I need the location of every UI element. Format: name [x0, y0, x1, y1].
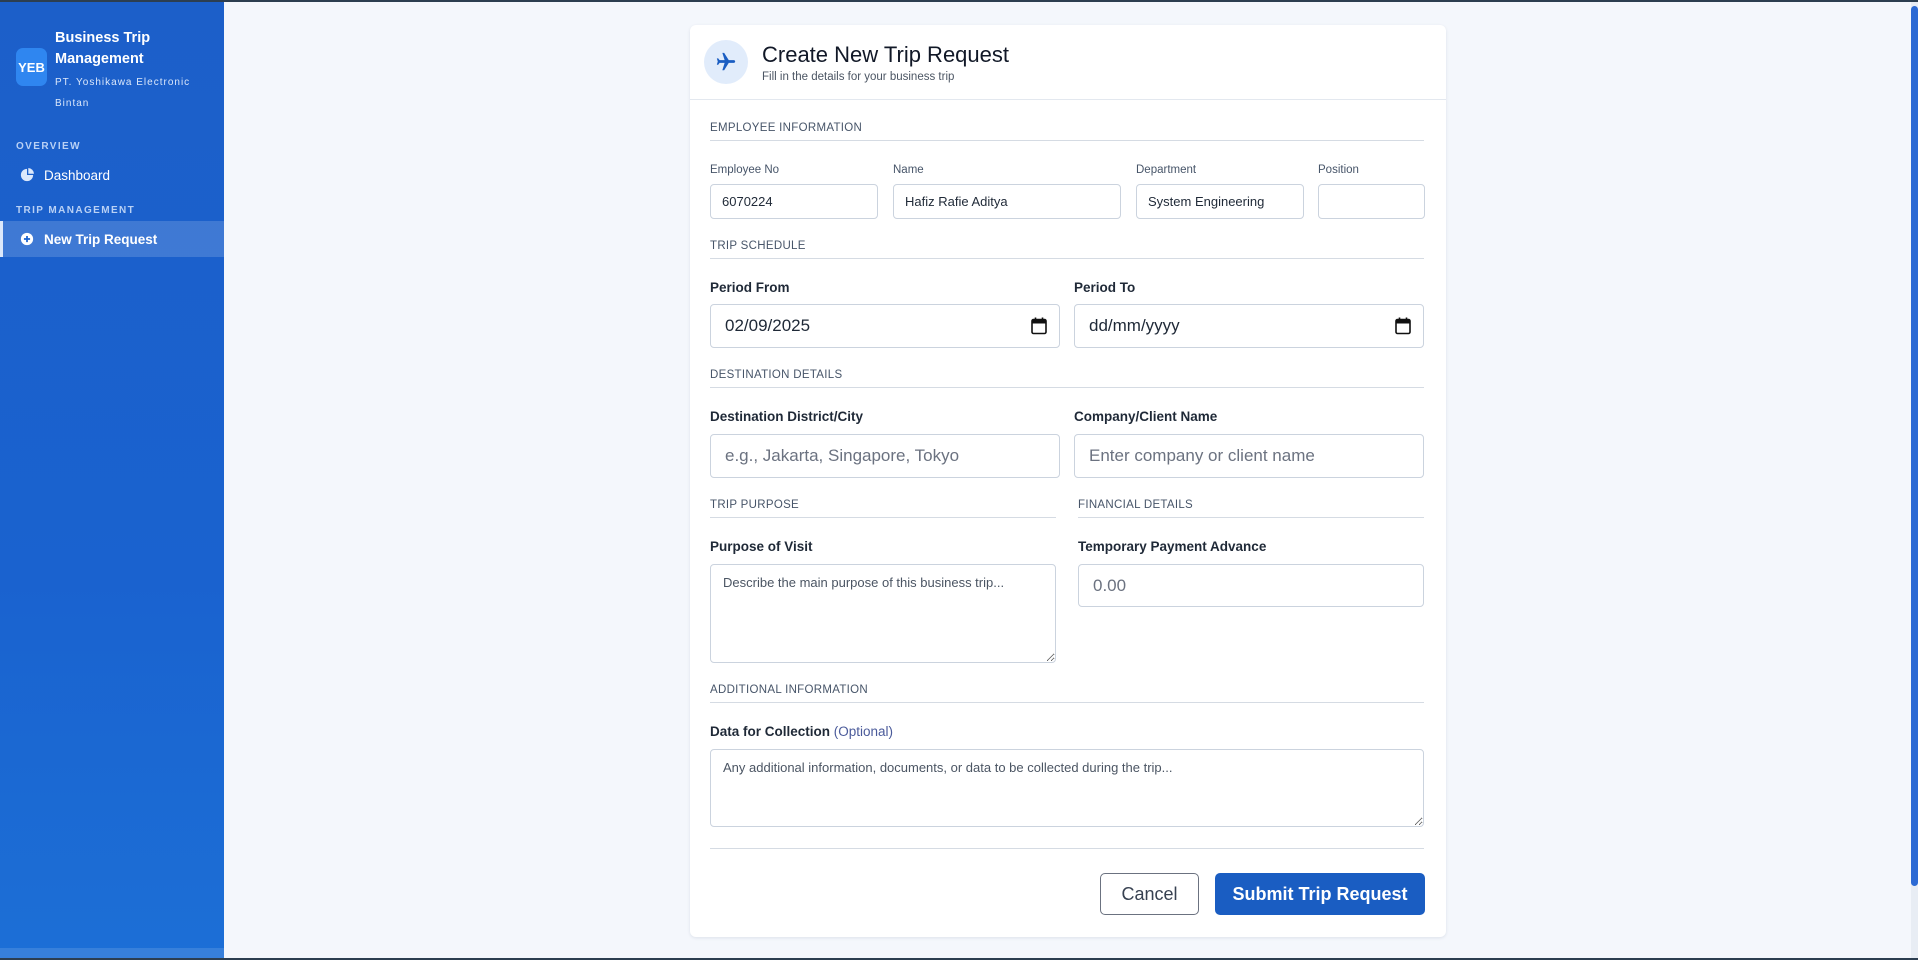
payment-advance-label: Temporary Payment Advance — [1078, 539, 1267, 554]
section-financial-details: FINANCIAL DETAILS — [1078, 499, 1424, 518]
section-additional-information: ADDITIONAL INFORMATION — [710, 684, 1424, 703]
destination-city-label: Destination District/City — [710, 409, 864, 424]
scrollbar-track[interactable] — [1911, 2, 1918, 958]
data-collection-label: Data for Collection (Optional) — [710, 724, 893, 739]
data-collection-label-text: Data for Collection — [710, 724, 831, 739]
position-field[interactable] — [1318, 184, 1425, 219]
period-to-placeholder: dd/mm/yyyy — [1089, 316, 1180, 335]
employee-no-label: Employee No — [710, 164, 780, 176]
purpose-label: Purpose of Visit — [710, 539, 813, 554]
period-from-field[interactable]: 02/09/2025 — [710, 304, 1060, 348]
company-name-field[interactable] — [1074, 434, 1424, 478]
data-collection-textarea[interactable] — [710, 749, 1424, 827]
section-employee-information: EMPLOYEE INFORMATION — [710, 122, 1424, 141]
brand-logo: YEB — [16, 48, 47, 86]
position-label: Position — [1318, 164, 1359, 176]
calendar-icon[interactable] — [1031, 317, 1047, 335]
section-trip-purpose: TRIP PURPOSE — [710, 499, 1056, 518]
brand: YEB Business Trip Management PT. Yoshika… — [16, 28, 205, 114]
payment-advance-field[interactable] — [1078, 564, 1424, 607]
section-destination-details: DESTINATION DETAILS — [710, 369, 1424, 388]
sidebar-item-new-trip-request[interactable]: New Trip Request — [0, 221, 224, 257]
airplane-icon — [704, 40, 748, 84]
period-to-label: Period To — [1074, 280, 1136, 295]
name-label: Name — [893, 164, 924, 176]
top-border — [0, 0, 1918, 2]
optional-tag: (Optional) — [833, 724, 894, 739]
period-to-field[interactable]: dd/mm/yyyy — [1074, 304, 1424, 348]
company-name-label: Company/Client Name — [1074, 409, 1218, 424]
sidebar-item-label: Dashboard — [44, 167, 111, 183]
sidebar: YEB Business Trip Management PT. Yoshika… — [0, 2, 224, 958]
destination-city-field[interactable] — [710, 434, 1060, 478]
sidebar-item-dashboard[interactable]: Dashboard — [0, 157, 224, 193]
page-subtitle: Fill in the details for your business tr… — [762, 71, 955, 83]
pie-chart-icon — [20, 168, 34, 182]
sidebar-footer — [0, 948, 224, 958]
calendar-icon[interactable] — [1395, 317, 1411, 335]
page-title: Create New Trip Request — [762, 42, 1009, 67]
submit-trip-request-button[interactable]: Submit Trip Request — [1215, 873, 1425, 915]
form-divider — [710, 848, 1424, 849]
cancel-button[interactable]: Cancel — [1100, 873, 1199, 915]
period-from-label: Period From — [710, 280, 790, 295]
plus-circle-icon — [20, 232, 34, 246]
sidebar-item-label: New Trip Request — [44, 231, 158, 247]
trip-request-form: Create New Trip Request Fill in the deta… — [690, 25, 1446, 937]
brand-subtitle: PT. Yoshikawa Electronic Bintan — [55, 77, 191, 109]
form-header: Create New Trip Request Fill in the deta… — [690, 25, 1446, 100]
employee-no-field[interactable] — [710, 184, 878, 219]
nav-section-trip-management: TRIP MANAGEMENT — [16, 205, 136, 216]
department-label: Department — [1136, 164, 1197, 176]
department-field[interactable] — [1136, 184, 1304, 219]
section-trip-schedule: TRIP SCHEDULE — [710, 240, 1424, 259]
nav-section-overview: OVERVIEW — [16, 141, 81, 152]
scrollbar-thumb[interactable] — [1911, 6, 1918, 886]
period-from-value: 02/09/2025 — [725, 316, 811, 335]
brand-title: Business Trip Management — [55, 30, 151, 67]
purpose-textarea[interactable] — [710, 564, 1056, 663]
name-field[interactable] — [893, 184, 1121, 219]
